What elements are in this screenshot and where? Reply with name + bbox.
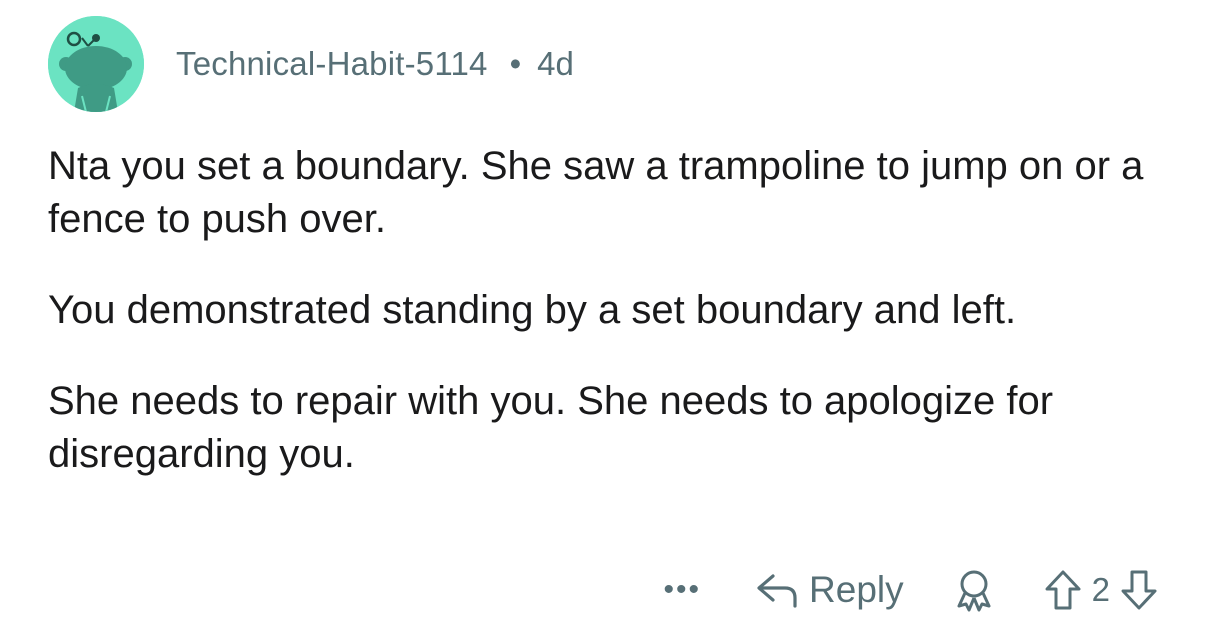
upvote-arrow-icon[interactable] — [1044, 569, 1082, 611]
award-button[interactable] — [952, 568, 996, 612]
comment-paragraph-2: You demonstrated standing by a set bound… — [48, 288, 1017, 332]
more-options-button[interactable]: ••• — [664, 573, 702, 607]
reply-button[interactable]: Reply — [755, 569, 904, 611]
snoo-avatar-icon — [48, 16, 144, 112]
username-link[interactable]: Technical-Habit-5114 — [176, 45, 488, 83]
downvote-arrow-icon[interactable] — [1120, 569, 1158, 611]
comment-paragraph-3: She needs to repair with you. She needs … — [48, 379, 1054, 476]
meta-separator: • — [509, 45, 522, 82]
comment-body: Nta you set a boundary. She saw a trampo… — [48, 140, 1168, 519]
comment-card: Technical-Habit-5114 • 4d Nta you set a … — [0, 0, 1206, 632]
reply-arrow-icon — [757, 574, 797, 608]
reply-label: Reply — [809, 569, 904, 610]
avatar[interactable] — [48, 16, 144, 112]
vote-count: 2 — [1091, 571, 1110, 608]
comment-paragraph-1: Nta you set a boundary. She saw a trampo… — [48, 144, 1144, 241]
comment-actions-bar: ••• Reply 2 — [664, 562, 1158, 618]
comment-header: Technical-Habit-5114 • 4d — [48, 16, 574, 112]
award-icon — [957, 570, 991, 612]
comment-age: 4d — [537, 45, 574, 82]
vote-controls: 2 — [1044, 569, 1158, 611]
